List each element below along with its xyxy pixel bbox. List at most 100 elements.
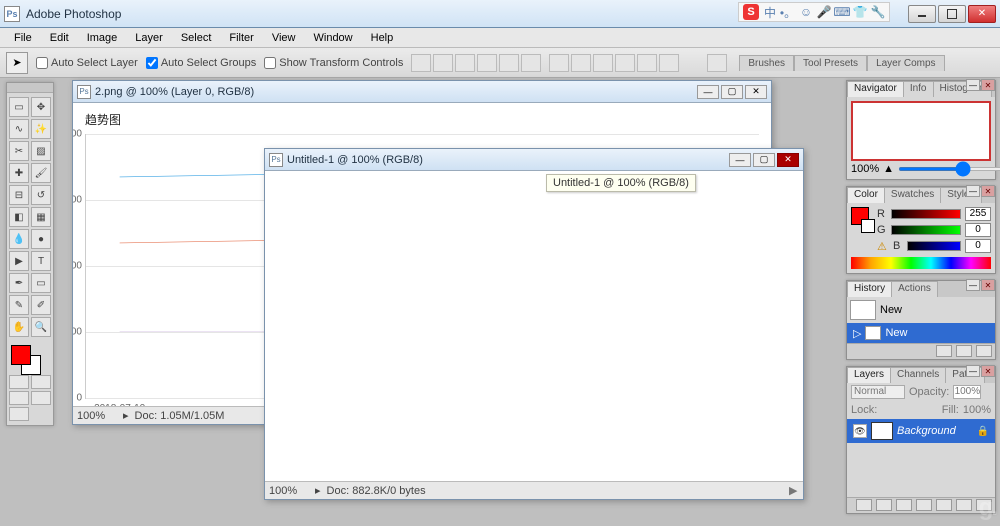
- fill-value[interactable]: 100%: [963, 404, 991, 416]
- panel-close-button[interactable]: ✕: [981, 79, 995, 91]
- lasso-tool-icon[interactable]: ∿: [9, 119, 29, 139]
- layer-style-button[interactable]: [876, 499, 892, 511]
- ime-emoji-icon[interactable]: ☺: [799, 5, 813, 19]
- align-btn-4[interactable]: [477, 54, 497, 72]
- doc2-maximize-button[interactable]: ▢: [753, 153, 775, 167]
- b-value[interactable]: 0: [965, 239, 991, 253]
- eraser-tool-icon[interactable]: ◧: [9, 207, 29, 227]
- stamp-tool-icon[interactable]: ⊟: [9, 185, 29, 205]
- menu-edit[interactable]: Edit: [42, 30, 77, 46]
- show-transform-checkbox[interactable]: Show Transform Controls: [264, 57, 403, 69]
- doc2-titlebar[interactable]: Ps Untitled-1 @ 100% (RGB/8) — ▢ ✕: [265, 149, 803, 171]
- blur-tool-icon[interactable]: 💧: [9, 229, 29, 249]
- marquee-tool-icon[interactable]: ▭: [9, 97, 29, 117]
- tab-actions[interactable]: Actions: [891, 281, 938, 297]
- layer-name[interactable]: Background: [897, 425, 956, 437]
- doc1-titlebar[interactable]: Ps 2.png @ 100% (Layer 0, RGB/8) — ▢ ✕: [73, 81, 771, 103]
- link-layers-button[interactable]: [856, 499, 872, 511]
- adjustment-layer-button[interactable]: [916, 499, 932, 511]
- opacity-value[interactable]: 100%: [953, 385, 981, 399]
- zoom-tool-icon[interactable]: 🔍: [31, 317, 51, 337]
- quickmask-on-icon[interactable]: [31, 375, 51, 389]
- tab-navigator[interactable]: Navigator: [847, 81, 904, 97]
- heal-tool-icon[interactable]: ✚: [9, 163, 29, 183]
- color-swatches[interactable]: [9, 343, 51, 373]
- menu-file[interactable]: File: [6, 30, 40, 46]
- tab-swatches[interactable]: Swatches: [884, 187, 941, 203]
- move-tool-icon[interactable]: ➤: [6, 52, 28, 74]
- eye-icon[interactable]: 👁: [853, 424, 867, 438]
- distribute-btn-2[interactable]: [571, 54, 591, 72]
- distribute-btn-6[interactable]: [659, 54, 679, 72]
- navigator-zoom-value[interactable]: 100%: [851, 163, 879, 175]
- doc1-maximize-button[interactable]: ▢: [721, 85, 743, 99]
- menu-help[interactable]: Help: [363, 30, 402, 46]
- tab-color[interactable]: Color: [847, 187, 885, 203]
- history-new-doc-button[interactable]: [936, 345, 952, 357]
- tab-tool-presets[interactable]: Tool Presets: [794, 55, 867, 71]
- screenmode-3-icon[interactable]: [9, 407, 29, 421]
- ime-badge-icon[interactable]: S: [743, 4, 759, 20]
- new-layer-button[interactable]: [956, 499, 972, 511]
- doc1-minimize-button[interactable]: —: [697, 85, 719, 99]
- wand-tool-icon[interactable]: ✨: [31, 119, 51, 139]
- ime-punct-icon[interactable]: •。: [781, 5, 795, 19]
- panel-close-button[interactable]: ✕: [981, 185, 995, 197]
- menu-layer[interactable]: Layer: [127, 30, 171, 46]
- panel-min-button[interactable]: —: [966, 185, 980, 197]
- layer-row[interactable]: 👁 Background 🔒: [847, 419, 995, 443]
- blend-mode-select[interactable]: Normal: [851, 385, 905, 399]
- doc2-status-icon[interactable]: ▸: [315, 484, 321, 497]
- panel-min-button[interactable]: —: [966, 79, 980, 91]
- align-btn-5[interactable]: [499, 54, 519, 72]
- align-btn-2[interactable]: [433, 54, 453, 72]
- dodge-tool-icon[interactable]: ●: [31, 229, 51, 249]
- menu-filter[interactable]: Filter: [221, 30, 261, 46]
- hand-tool-icon[interactable]: ✋: [9, 317, 29, 337]
- b-slider[interactable]: [907, 241, 961, 251]
- menu-image[interactable]: Image: [79, 30, 126, 46]
- tab-history[interactable]: History: [847, 281, 892, 297]
- new-group-button[interactable]: [936, 499, 952, 511]
- layer-mask-button[interactable]: [896, 499, 912, 511]
- ime-tool-icon[interactable]: 🔧: [871, 5, 885, 19]
- ime-keyboard-icon[interactable]: ⌨: [835, 5, 849, 19]
- menu-view[interactable]: View: [264, 30, 304, 46]
- navigator-thumbnail[interactable]: [851, 101, 991, 161]
- panel-close-button[interactable]: ✕: [981, 279, 995, 291]
- ime-toolbar[interactable]: S 中 •。 ☺ 🎤 ⌨ 👕 🔧: [738, 2, 890, 22]
- distribute-btn-1[interactable]: [549, 54, 569, 72]
- window-minimize-button[interactable]: [908, 5, 936, 23]
- r-value[interactable]: 255: [965, 207, 991, 221]
- align-btn-1[interactable]: [411, 54, 431, 72]
- tab-channels[interactable]: Channels: [890, 367, 946, 383]
- distribute-btn-5[interactable]: [637, 54, 657, 72]
- doc2-close-button[interactable]: ✕: [777, 153, 799, 167]
- notes-tool-icon[interactable]: ✎: [9, 295, 29, 315]
- tab-layer-comps[interactable]: Layer Comps: [867, 55, 944, 71]
- color-swatch-pair[interactable]: [851, 207, 873, 253]
- window-maximize-button[interactable]: [938, 5, 966, 23]
- distribute-btn-3[interactable]: [593, 54, 613, 72]
- g-slider[interactable]: [891, 225, 961, 235]
- doc1-close-button[interactable]: ✕: [745, 85, 767, 99]
- tab-layers[interactable]: Layers: [847, 367, 891, 383]
- history-state-row[interactable]: ▷ New: [847, 323, 995, 343]
- lock-position-icon[interactable]: [899, 403, 913, 417]
- path-select-icon[interactable]: ▶: [9, 251, 29, 271]
- auto-select-layer-checkbox[interactable]: Auto Select Layer: [36, 57, 138, 69]
- workspace-button[interactable]: [707, 54, 727, 72]
- menu-window[interactable]: Window: [306, 30, 361, 46]
- doc1-status-icon[interactable]: ▸: [123, 409, 129, 422]
- navigator-zoom-slider[interactable]: [898, 167, 1000, 171]
- panel-close-button[interactable]: ✕: [981, 365, 995, 377]
- color-bg-icon[interactable]: [861, 219, 875, 233]
- auto-select-groups-checkbox[interactable]: Auto Select Groups: [146, 57, 256, 69]
- doc2-canvas[interactable]: [265, 171, 803, 481]
- tab-brushes[interactable]: Brushes: [739, 55, 794, 71]
- toolbox-grip[interactable]: [7, 83, 53, 93]
- history-brush-icon[interactable]: ↺: [31, 185, 51, 205]
- ime-mic-icon[interactable]: 🎤: [817, 5, 831, 19]
- align-btn-3[interactable]: [455, 54, 475, 72]
- window-close-button[interactable]: [968, 5, 996, 23]
